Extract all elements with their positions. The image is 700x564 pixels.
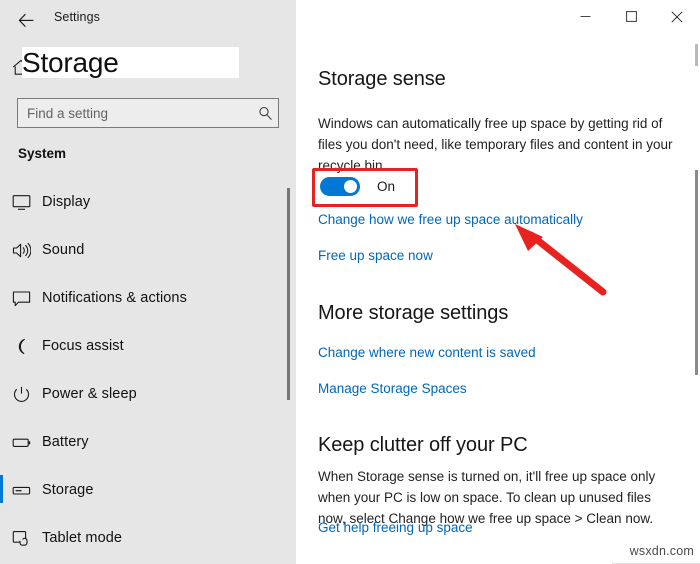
sidebar-item-battery[interactable]: Battery [0,418,280,466]
content-scrollbar-thumb[interactable] [695,170,698,375]
storage-sense-toggle-row: On [320,177,395,196]
toggle-knob [344,180,357,193]
link-free-up-space-now[interactable]: Free up space now [318,248,433,263]
link-get-help-freeing-up-space[interactable]: Get help freeing up space [318,520,473,535]
link-manage-storage-spaces[interactable]: Manage Storage Spaces [318,381,467,396]
back-button[interactable] [10,5,42,35]
sidebar-item-label: Power & sleep [42,386,137,402]
window-controls [562,0,700,33]
search-box[interactable] [17,98,279,128]
battery-icon [0,434,42,451]
notification-icon [0,290,42,307]
storage-icon [0,482,42,499]
content-pane: Storage sense Windows can automatically … [296,0,700,564]
page-title: Storage [22,47,239,79]
sidebar-item-label: Display [42,194,91,210]
search-icon[interactable] [252,106,278,121]
sidebar-item-display[interactable]: Display [0,178,280,226]
link-change-how-we-free-up-space-automatically[interactable]: Change how we free up space automaticall… [318,212,583,227]
more-storage-settings-heading: More storage settings [318,302,509,324]
moon-icon [0,338,42,355]
sidebar-item-storage[interactable]: Storage [0,466,280,514]
link-change-where-new-content-is-saved[interactable]: Change where new content is saved [318,345,536,360]
storage-sense-heading: Storage sense [318,68,446,90]
storage-sense-toggle[interactable] [320,177,360,196]
watermark: wsxdn.com [629,544,694,558]
close-button[interactable] [654,0,700,33]
search-input[interactable] [18,99,252,127]
settings-window: Settings Home System DisplaySoundNotific… [0,0,700,564]
sidebar-item-label: Notifications & actions [42,290,187,306]
titlebar-left: Settings [0,0,296,40]
app-title: Settings [54,10,100,24]
storage-sense-toggle-label: On [377,179,396,194]
sidebar-item-label: Storage [42,482,94,498]
sidebar-item-label: Focus assist [42,338,124,354]
sidebar-nav-list: Display Sound Notifications & actions Focus… [0,178,296,564]
sidebar-item-label: Battery [42,434,89,450]
sidebar-item-tablet-mode[interactable]: Tablet mode [0,514,280,562]
nav-category-heading: System [18,146,67,161]
speaker-icon [0,242,42,259]
storage-sense-description: Windows can automatically free up space … [318,116,673,173]
sidebar-item-label: Tablet mode [42,530,123,546]
minimize-button[interactable] [562,0,608,33]
maximize-button[interactable] [608,0,654,33]
power-icon [0,386,42,403]
sidebar-item-focus-assist[interactable]: Focus assist [0,322,280,370]
content-scrollbar-top-segment [695,44,698,66]
sidebar-item-sound[interactable]: Sound [0,226,280,274]
keep-clutter-heading: Keep clutter off your PC [318,434,528,456]
sidebar-item-notifications-actions[interactable]: Notifications & actions [0,274,280,322]
sidebar-item-power-sleep[interactable]: Power & sleep [0,370,280,418]
sidebar-scrollbar[interactable] [287,188,290,400]
monitor-icon [0,194,42,211]
tablet-icon [0,530,42,547]
navigation-pane: Settings Home System DisplaySoundNotific… [0,0,296,564]
sidebar-item-label: Sound [42,242,85,258]
